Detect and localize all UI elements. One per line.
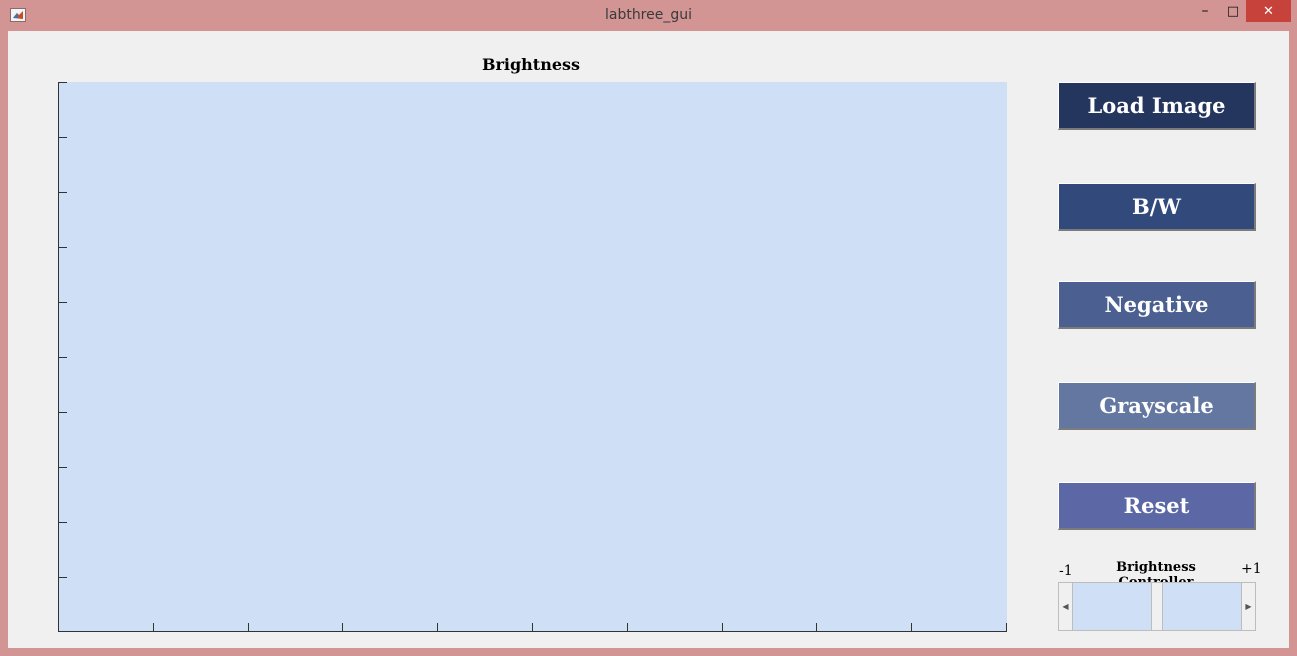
slider-min-label: -1: [1059, 563, 1073, 579]
minimize-icon: –: [1201, 3, 1209, 19]
brightness-slider[interactable]: ◀ ▶: [1058, 582, 1256, 631]
y-axis-ticks: [58, 82, 67, 578]
slider-left-arrow-icon[interactable]: ◀: [1059, 583, 1073, 630]
window-title: labthree_gui: [604, 7, 693, 23]
maximize-icon: □: [1226, 3, 1240, 19]
axes-title: Brightness: [481, 55, 581, 74]
app-window: labthree_gui – □ ✕ Brightness Load Image…: [0, 0, 1297, 656]
figure-panel: Brightness Load Image B/W Negative Grays…: [8, 31, 1289, 648]
minimize-button[interactable]: –: [1190, 0, 1220, 22]
load-image-button[interactable]: Load Image: [1058, 82, 1256, 130]
reset-button[interactable]: Reset: [1058, 482, 1256, 530]
bw-button[interactable]: B/W: [1058, 183, 1256, 231]
slider-thumb[interactable]: [1151, 583, 1163, 630]
title-bar[interactable]: labthree_gui – □ ✕: [0, 0, 1297, 30]
slider-right-arrow-icon[interactable]: ▶: [1241, 583, 1255, 630]
x-axis-ticks: [58, 623, 1007, 632]
image-axes[interactable]: [58, 82, 1007, 632]
grayscale-button[interactable]: Grayscale: [1058, 382, 1256, 430]
close-icon: ✕: [1263, 3, 1274, 19]
close-button[interactable]: ✕: [1246, 0, 1291, 22]
slider-max-label: +1: [1241, 561, 1262, 577]
maximize-button[interactable]: □: [1220, 0, 1246, 22]
negative-button[interactable]: Negative: [1058, 281, 1256, 329]
axes-frame: [58, 82, 1007, 632]
